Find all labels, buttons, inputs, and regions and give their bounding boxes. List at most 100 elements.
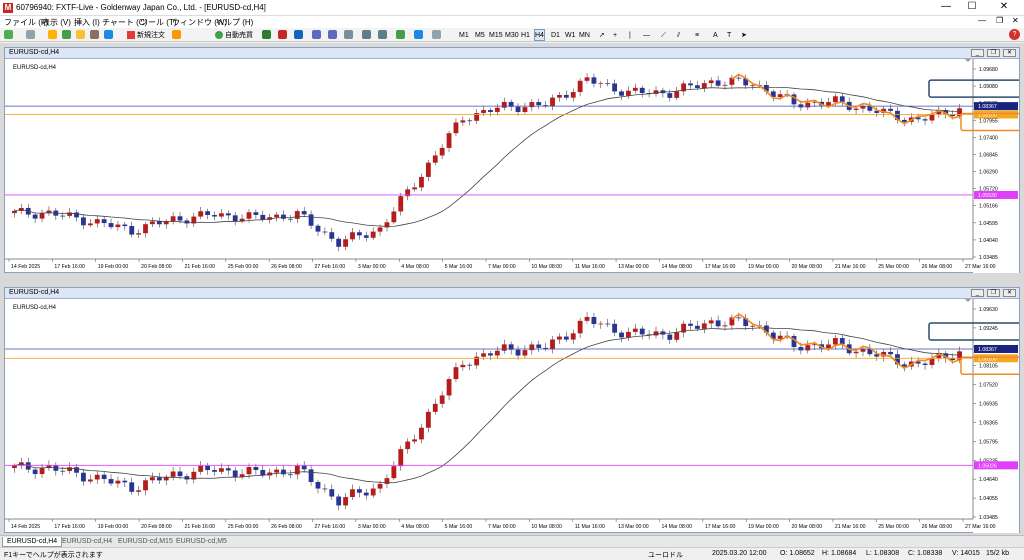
candle-body	[598, 323, 604, 325]
candle-body	[301, 211, 307, 215]
tf-m15[interactable]: M15	[488, 29, 504, 41]
channel-icon[interactable]: ⫽	[676, 29, 681, 41]
market-watch-icon[interactable]	[48, 30, 57, 39]
price-chart-bottom[interactable]: EURUSD-cd,H41.096301.092451.086751.08105…	[5, 299, 1019, 533]
templates-icon[interactable]	[432, 30, 441, 39]
tf-m5[interactable]: M5	[474, 29, 486, 41]
candle-body	[619, 332, 624, 338]
metaeditor-icon[interactable]	[172, 30, 181, 39]
close-button[interactable]: ✕	[994, 1, 1014, 12]
chart-tab[interactable]: EURUSD-cd,M15	[114, 537, 177, 547]
fibonacci-icon[interactable]: ≡	[694, 29, 700, 41]
vertical-line-icon[interactable]: |	[628, 29, 632, 41]
mdi-minimize-button[interactable]: —	[978, 16, 986, 25]
date-tick-label: 19 Mar 00:00	[748, 264, 779, 270]
date-tick-label: 10 Mar 08:00	[531, 264, 562, 270]
minimize-button[interactable]: —	[936, 1, 956, 12]
candle-body	[129, 482, 135, 492]
chart-close-button[interactable]: ✕	[1003, 49, 1016, 57]
candle-body	[412, 187, 417, 190]
mdi-restore-button[interactable]: ❐	[996, 16, 1003, 25]
strategy-tester-icon[interactable]	[104, 30, 113, 39]
candle-body	[212, 470, 217, 472]
chart-window-top[interactable]: EURUSD-cd,H4 _ ❐ ✕ EURUSD-cd,H4 1.09680 1.…	[4, 47, 1020, 273]
candle-body	[777, 94, 783, 98]
price-chart-top[interactable]: EURUSD-cd,H41.096801.090801.085251.07955…	[5, 59, 1019, 273]
chart-shift-icon[interactable]	[362, 30, 371, 39]
candlestick-icon[interactable]	[278, 30, 287, 39]
label-tool-icon[interactable]: T	[726, 29, 732, 41]
tile-windows-icon[interactable]	[344, 30, 353, 39]
tf-h1[interactable]: H1	[520, 29, 531, 41]
auto-trading-button[interactable]: 自動売買	[214, 29, 254, 41]
candle-body	[832, 338, 838, 345]
indicators-icon[interactable]	[396, 30, 405, 39]
candle-body	[750, 325, 756, 327]
candle-body	[198, 465, 204, 472]
candle-body	[143, 480, 148, 491]
terminal-icon[interactable]	[90, 30, 99, 39]
autoscroll-icon[interactable]	[378, 30, 387, 39]
candle-body	[674, 332, 680, 340]
menu-tools[interactable]: ツール (T)	[140, 17, 176, 28]
tf-m30[interactable]: M30	[504, 29, 520, 41]
candle-body	[688, 83, 693, 86]
candle-body	[460, 364, 466, 368]
chart-tab[interactable]: EURUSD-cd,M5	[172, 537, 231, 547]
mdi-close-button[interactable]: ✕	[1012, 16, 1019, 25]
candle-body	[432, 403, 438, 412]
chart-minimize-button[interactable]: _	[971, 289, 984, 297]
candle-body	[329, 489, 335, 497]
chart-window-bottom[interactable]: EURUSD-cd,H4 _ ❐ ✕ EURUSD-cd,H4 1.09630 1.…	[4, 287, 1020, 533]
candle-body	[453, 367, 459, 380]
chart-tab[interactable]: EURUSD-cd,H4	[58, 537, 116, 547]
profiles-icon[interactable]	[26, 30, 35, 39]
price-tick-label: 1.06290	[979, 170, 998, 176]
data-window-icon[interactable]	[62, 30, 71, 39]
date-tick-label: 26 Feb 08:00	[271, 264, 302, 270]
candle-body	[322, 231, 328, 233]
chart-maximize-button[interactable]: ❐	[987, 289, 1000, 297]
menu-view[interactable]: 表示 (V)	[42, 17, 71, 28]
date-tick-label: 14 Mar 08:00	[661, 264, 692, 270]
date-tick-label: 13 Mar 00:00	[618, 264, 649, 270]
tf-mn[interactable]: MN	[578, 29, 591, 41]
candle-body	[287, 474, 293, 476]
tf-w1[interactable]: W1	[564, 29, 577, 41]
candle-body	[536, 344, 542, 348]
crosshair-icon[interactable]: +	[612, 29, 618, 41]
chart-shift-marker	[965, 299, 971, 302]
line-chart-icon[interactable]	[294, 30, 303, 39]
chart-tab[interactable]: EURUSD-cd,H4	[2, 537, 63, 547]
menu-help[interactable]: ヘルプ (H)	[216, 17, 253, 28]
zoom-out-icon[interactable]	[328, 30, 337, 39]
arrows-tool-icon[interactable]: ➤	[740, 29, 748, 41]
menu-insert[interactable]: 挿入 (I)	[74, 17, 100, 28]
zoom-in-icon[interactable]	[312, 30, 321, 39]
tf-h4[interactable]: H4	[534, 29, 545, 41]
chart-close-button[interactable]: ✕	[1003, 289, 1016, 297]
date-tick-label: 4 Mar 08:00	[401, 524, 429, 530]
chart-maximize-button[interactable]: ❐	[987, 49, 1000, 57]
navigator-icon[interactable]	[76, 30, 85, 39]
bar-chart-icon[interactable]	[262, 30, 271, 39]
horizontal-line-icon[interactable]: —	[642, 29, 651, 41]
menu-bar: ファイル (F) 表示 (V) 挿入 (I) チャート (C) ツール (T) …	[0, 16, 1024, 28]
tf-m1[interactable]: M1	[458, 29, 470, 41]
tf-d1[interactable]: D1	[550, 29, 561, 41]
candle-body	[260, 469, 266, 476]
candle-body	[60, 470, 66, 472]
candle-body	[460, 120, 466, 123]
chart-minimize-button[interactable]: _	[971, 49, 984, 57]
maximize-button[interactable]: ☐	[962, 1, 982, 12]
help-icon[interactable]: ?	[1009, 29, 1020, 40]
text-tool-icon[interactable]: A	[712, 29, 719, 41]
candle-body	[826, 102, 831, 106]
chart-window-titlebar: EURUSD-cd,H4 _ ❐ ✕	[5, 288, 1019, 299]
periods-icon[interactable]	[414, 30, 423, 39]
new-chart-icon[interactable]	[4, 30, 13, 39]
trendline-icon[interactable]: ⟋	[660, 29, 667, 41]
new-order-button[interactable]: 新規注文	[126, 29, 166, 41]
cursor-icon[interactable]: ➚	[598, 29, 606, 41]
candle-body	[315, 225, 321, 232]
